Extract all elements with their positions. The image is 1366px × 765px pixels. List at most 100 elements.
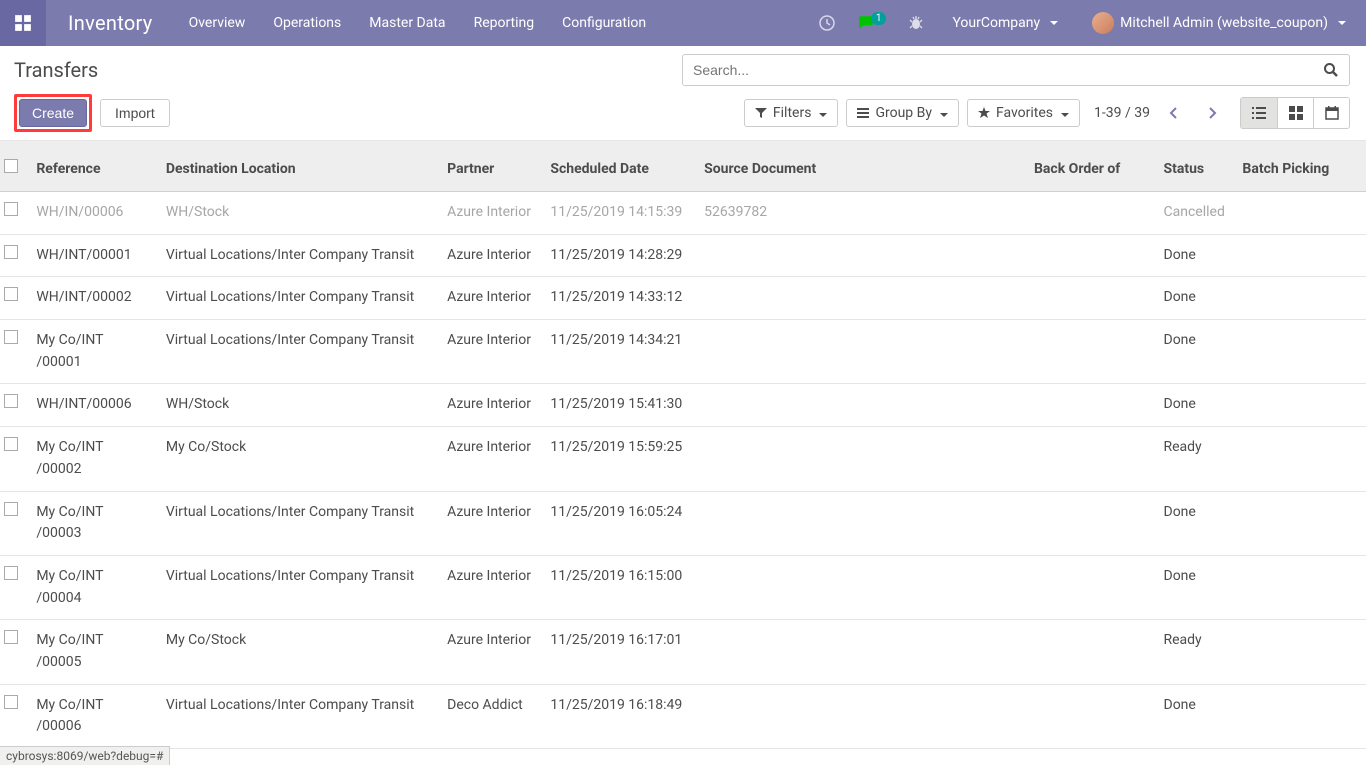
cell-backorder — [1026, 384, 1156, 427]
row-checkbox[interactable] — [4, 245, 18, 259]
table-row[interactable]: WH/INT/00002 Virtual Locations/Inter Com… — [0, 277, 1366, 320]
cell-source — [696, 620, 1026, 684]
cell-status: Done — [1156, 684, 1235, 748]
search-input[interactable] — [693, 62, 1323, 78]
cell-batch — [1234, 192, 1366, 235]
row-checkbox[interactable] — [4, 502, 18, 516]
apps-grid-icon — [14, 14, 32, 32]
pager-value[interactable]: 1-39 / 39 — [1094, 105, 1150, 121]
col-status[interactable]: Status — [1156, 141, 1235, 192]
search-view[interactable] — [682, 54, 1350, 86]
cell-reference: My Co/INT /00003 — [28, 491, 158, 555]
menu-reporting[interactable]: Reporting — [460, 0, 549, 46]
row-checkbox[interactable] — [4, 695, 18, 709]
cell-backorder — [1026, 555, 1156, 619]
cell-backorder — [1026, 491, 1156, 555]
cell-source — [696, 384, 1026, 427]
view-list[interactable] — [1241, 98, 1277, 128]
messaging-badge: 1 — [871, 12, 887, 25]
cell-scheduled: 11/25/2019 15:59:25 — [542, 427, 696, 491]
col-destination[interactable]: Destination Location — [158, 141, 439, 192]
row-checkbox[interactable] — [4, 202, 18, 216]
menu-master-data[interactable]: Master Data — [355, 0, 459, 46]
pager-prev[interactable] — [1160, 99, 1188, 127]
activity-icon[interactable] — [815, 0, 839, 46]
col-reference[interactable]: Reference — [28, 141, 158, 192]
list-view[interactable]: Reference Destination Location Partner S… — [0, 141, 1366, 760]
transfers-table: Reference Destination Location Partner S… — [0, 141, 1366, 749]
cell-scheduled: 11/25/2019 14:28:29 — [542, 234, 696, 277]
table-row[interactable]: My Co/INT /00002 My Co/Stock Azure Inter… — [0, 427, 1366, 491]
col-batch[interactable]: Batch Picking — [1234, 141, 1366, 192]
cell-scheduled: 11/25/2019 14:33:12 — [542, 277, 696, 320]
row-checkbox[interactable] — [4, 437, 18, 451]
debug-icon[interactable] — [904, 0, 928, 46]
table-row[interactable]: My Co/INT /00006 Virtual Locations/Inter… — [0, 684, 1366, 748]
favorites-button[interactable]: Favorites — [967, 99, 1080, 127]
table-row[interactable]: WH/INT/00006 WH/Stock Azure Interior 11/… — [0, 384, 1366, 427]
cell-batch — [1234, 684, 1366, 748]
import-button[interactable]: Import — [100, 99, 170, 127]
cell-scheduled: 11/25/2019 16:05:24 — [542, 491, 696, 555]
cell-status: Done — [1156, 320, 1235, 384]
search-icon[interactable] — [1323, 62, 1339, 78]
groupby-button[interactable]: Group By — [846, 99, 959, 127]
user-menu[interactable]: Mitchell Admin (website_coupon) — [1082, 0, 1356, 46]
cell-status: Done — [1156, 384, 1235, 427]
pager-next[interactable] — [1198, 99, 1226, 127]
cell-reference: My Co/INT /00005 — [28, 620, 158, 684]
filter-icon — [755, 107, 767, 119]
col-backorder[interactable]: Back Order of — [1026, 141, 1156, 192]
cell-status: Done — [1156, 277, 1235, 320]
cell-backorder — [1026, 320, 1156, 384]
row-checkbox[interactable] — [4, 330, 18, 344]
table-header-row: Reference Destination Location Partner S… — [0, 141, 1366, 192]
cell-partner: Azure Interior — [439, 320, 542, 384]
user-name: Mitchell Admin (website_coupon) — [1120, 15, 1328, 31]
cell-scheduled: 11/25/2019 16:17:01 — [542, 620, 696, 684]
table-row[interactable]: My Co/INT /00003 Virtual Locations/Inter… — [0, 491, 1366, 555]
col-source[interactable]: Source Document — [696, 141, 1026, 192]
menu-configuration[interactable]: Configuration — [548, 0, 660, 46]
row-checkbox[interactable] — [4, 566, 18, 580]
row-checkbox[interactable] — [4, 394, 18, 408]
cell-status: Ready — [1156, 620, 1235, 684]
search-options: Filters Group By Favorites — [744, 99, 1080, 127]
row-checkbox[interactable] — [4, 287, 18, 301]
table-row[interactable]: WH/IN/00006 WH/Stock Azure Interior 11/2… — [0, 192, 1366, 235]
cell-partner: Azure Interior — [439, 234, 542, 277]
menu-overview[interactable]: Overview — [175, 0, 260, 46]
cell-destination: WH/Stock — [158, 384, 439, 427]
cell-source — [696, 427, 1026, 491]
cell-reference: My Co/INT /00001 — [28, 320, 158, 384]
cell-destination: My Co/Stock — [158, 427, 439, 491]
table-row[interactable]: WH/INT/00001 Virtual Locations/Inter Com… — [0, 234, 1366, 277]
cell-scheduled: 11/25/2019 14:15:39 — [542, 192, 696, 235]
col-partner[interactable]: Partner — [439, 141, 542, 192]
table-row[interactable]: My Co/INT /00005 My Co/Stock Azure Inter… — [0, 620, 1366, 684]
apps-launcher[interactable] — [0, 0, 46, 46]
cell-status: Done — [1156, 234, 1235, 277]
groupby-icon — [857, 107, 869, 119]
select-all-checkbox[interactable] — [4, 159, 18, 173]
menu-operations[interactable]: Operations — [259, 0, 355, 46]
cell-source — [696, 555, 1026, 619]
create-button[interactable]: Create — [19, 99, 87, 127]
cell-batch — [1234, 384, 1366, 427]
cell-scheduled: 11/25/2019 16:18:49 — [542, 684, 696, 748]
row-checkbox[interactable] — [4, 630, 18, 644]
cell-backorder — [1026, 277, 1156, 320]
table-row[interactable]: My Co/INT /00004 Virtual Locations/Inter… — [0, 555, 1366, 619]
company-switcher[interactable]: YourCompany — [942, 0, 1068, 46]
col-scheduled[interactable]: Scheduled Date — [542, 141, 696, 192]
view-calendar[interactable] — [1313, 98, 1349, 128]
cell-partner: Azure Interior — [439, 277, 542, 320]
cell-reference: WH/IN/00006 — [28, 192, 158, 235]
table-row[interactable]: My Co/INT /00001 Virtual Locations/Inter… — [0, 320, 1366, 384]
filters-button[interactable]: Filters — [744, 99, 839, 127]
app-title[interactable]: Inventory — [46, 11, 175, 35]
messaging-icon[interactable]: 1 — [853, 0, 891, 46]
view-kanban[interactable] — [1277, 98, 1313, 128]
cell-destination: Virtual Locations/Inter Company Transit — [158, 234, 439, 277]
chevron-right-icon — [1206, 107, 1218, 119]
